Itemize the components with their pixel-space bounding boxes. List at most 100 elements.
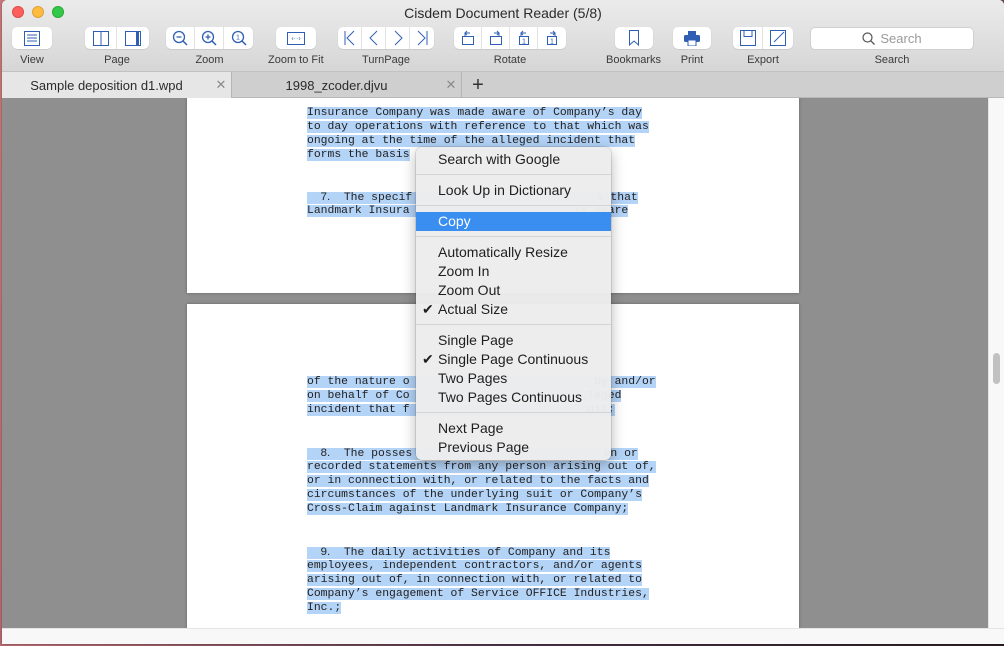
tab-close-icon[interactable]: ✕ — [441, 77, 461, 93]
checkmark-icon: ✔ — [422, 301, 434, 317]
doc-line: forms the basis — [307, 149, 410, 161]
menu-item-label: Single Page Continuous — [438, 351, 589, 367]
zoom-out-icon — [172, 30, 188, 46]
menu-item-single-page-continuous[interactable]: ✔ Single Page Continuous — [416, 350, 611, 369]
menu-item-copy[interactable]: Copy — [416, 212, 611, 231]
search-input[interactable]: Search — [810, 27, 974, 50]
page-label: Page — [104, 54, 130, 66]
doc-line: Company’s engagement of Service OFFICE I… — [307, 588, 649, 600]
tab-sample-deposition[interactable]: Sample deposition d1.wpd ✕ — [2, 72, 232, 98]
svg-text:1: 1 — [550, 39, 554, 46]
menu-item-label: Zoom In — [438, 263, 490, 279]
first-page-button[interactable] — [338, 27, 362, 49]
tab-bar: Sample deposition d1.wpd ✕ 1998_zcoder.d… — [2, 72, 1004, 98]
first-page-icon — [344, 30, 354, 46]
menu-separator — [416, 174, 611, 175]
toolbar-rotate-group: 1 1 Rotate — [454, 27, 566, 66]
menu-item-zoom-in[interactable]: Zoom In — [416, 262, 611, 281]
tab-1998-zcoder[interactable]: 1998_zcoder.djvu ✕ — [232, 72, 462, 98]
doc-line: employees, independent contractors, and/… — [307, 560, 642, 572]
window-title: Cisdem Document Reader (5/8) — [404, 5, 602, 21]
view-button[interactable] — [12, 27, 52, 49]
doc-line: to day operations with reference to that… — [307, 121, 649, 133]
menu-separator — [416, 205, 611, 206]
scrollbar-thumb[interactable] — [993, 353, 1000, 384]
rotate-right-button[interactable] — [482, 27, 510, 49]
horizontal-scrollbar[interactable] — [2, 628, 1004, 644]
list-icon — [24, 30, 40, 46]
menu-item-label: Single Page — [438, 332, 514, 348]
menu-separator — [416, 236, 611, 237]
save-export-button[interactable] — [733, 27, 763, 49]
toolbar-bookmarks-group: Bookmarks — [606, 27, 661, 66]
menu-item-label: Zoom Out — [438, 282, 501, 298]
next-page-button[interactable] — [386, 27, 410, 49]
toolbar-zoom-group: 1 Zoom — [166, 27, 253, 66]
rotate-left-icon — [461, 30, 474, 45]
titlebar: Cisdem Document Reader (5/8) View Page 1… — [2, 0, 1004, 72]
fit-width-icon: ‹··› — [286, 31, 305, 45]
rotate-page-right-button[interactable]: 1 — [538, 27, 566, 49]
zoom-out-button[interactable] — [166, 27, 195, 49]
edit-export-button[interactable] — [763, 27, 793, 49]
doc-line: Insurance Company was made aware of Comp… — [307, 107, 642, 119]
menu-separator — [416, 412, 611, 413]
menu-separator — [416, 324, 611, 325]
vertical-scrollbar[interactable] — [988, 98, 1004, 628]
menu-item-actual-size[interactable]: ✔ Actual Size — [416, 300, 611, 319]
toolbar-page-group: Page — [85, 27, 149, 66]
actual-size-icon: 1 — [231, 30, 247, 46]
menu-item-single-page[interactable]: Single Page — [416, 331, 611, 350]
menu-item-look-up-in-dictionary[interactable]: Look Up in Dictionary — [416, 181, 611, 200]
menu-item-next-page[interactable]: Next Page — [416, 419, 611, 438]
toolbar-turnpage-group: TurnPage — [338, 27, 434, 66]
new-tab-button[interactable]: + — [466, 72, 490, 98]
chevron-left-icon — [368, 30, 377, 46]
print-label: Print — [680, 54, 704, 66]
menu-item-label: Search with Google — [438, 151, 561, 167]
menu-item-label: Next Page — [438, 420, 504, 436]
menu-item-two-pages-continuous[interactable]: Two Pages Continuous — [416, 388, 611, 407]
bookmarks-button[interactable] — [615, 27, 653, 49]
print-button[interactable] — [673, 27, 711, 49]
menu-item-label: Two Pages — [438, 370, 508, 386]
last-page-button[interactable] — [410, 27, 434, 49]
previous-page-button[interactable] — [362, 27, 386, 49]
svg-text:1: 1 — [236, 35, 240, 42]
zoom-to-fit-button[interactable]: ‹··› — [276, 27, 316, 49]
svg-text:‹··›: ‹··› — [291, 35, 301, 42]
menu-item-label: Copy — [438, 213, 471, 229]
sidebar-page-button[interactable] — [117, 27, 149, 49]
menu-item-label: Actual Size — [438, 301, 509, 317]
tab-title: Sample deposition d1.wpd — [30, 77, 183, 93]
checkmark-icon: ✔ — [422, 351, 434, 367]
tab-title: 1998_zcoder.djvu — [285, 77, 388, 93]
toolbar-export-group: Export — [733, 27, 793, 66]
menu-item-label: Previous Page — [438, 439, 530, 455]
two-column-page-button[interactable] — [85, 27, 117, 49]
rotate-left-button[interactable] — [454, 27, 482, 49]
zoom-in-button[interactable] — [195, 27, 224, 49]
zoom-label: Zoom — [195, 54, 224, 66]
menu-item-label: Automatically Resize — [438, 244, 568, 260]
view-label: View — [20, 54, 44, 66]
svg-text:1: 1 — [522, 39, 526, 46]
two-column-icon — [92, 30, 109, 46]
rotate-page-left-button[interactable]: 1 — [510, 27, 538, 49]
menu-item-zoom-out[interactable]: Zoom Out — [416, 281, 611, 300]
search-icon — [862, 32, 876, 45]
menu-item-two-pages[interactable]: Two Pages — [416, 369, 611, 388]
doc-line: or in connection with, or related to the… — [307, 475, 649, 487]
search-label: Search — [874, 54, 910, 66]
menu-item-label: Look Up in Dictionary — [438, 182, 572, 198]
doc-line: recorded statements from any person aris… — [307, 461, 656, 473]
last-page-icon — [417, 30, 428, 46]
menu-item-automatically-resize[interactable]: Automatically Resize — [416, 243, 611, 262]
actual-size-button[interactable]: 1 — [224, 27, 253, 49]
menu-item-search-with-google[interactable]: Search with Google — [416, 150, 611, 169]
doc-line: Cross-Claim against Landmark Insurance C… — [307, 503, 629, 515]
toolbar-view-group: View — [12, 27, 52, 66]
tab-close-icon[interactable]: ✕ — [211, 77, 231, 93]
doc-line: ongoing at the time of the alleged incid… — [307, 135, 636, 147]
menu-item-previous-page[interactable]: Previous Page — [416, 438, 611, 457]
